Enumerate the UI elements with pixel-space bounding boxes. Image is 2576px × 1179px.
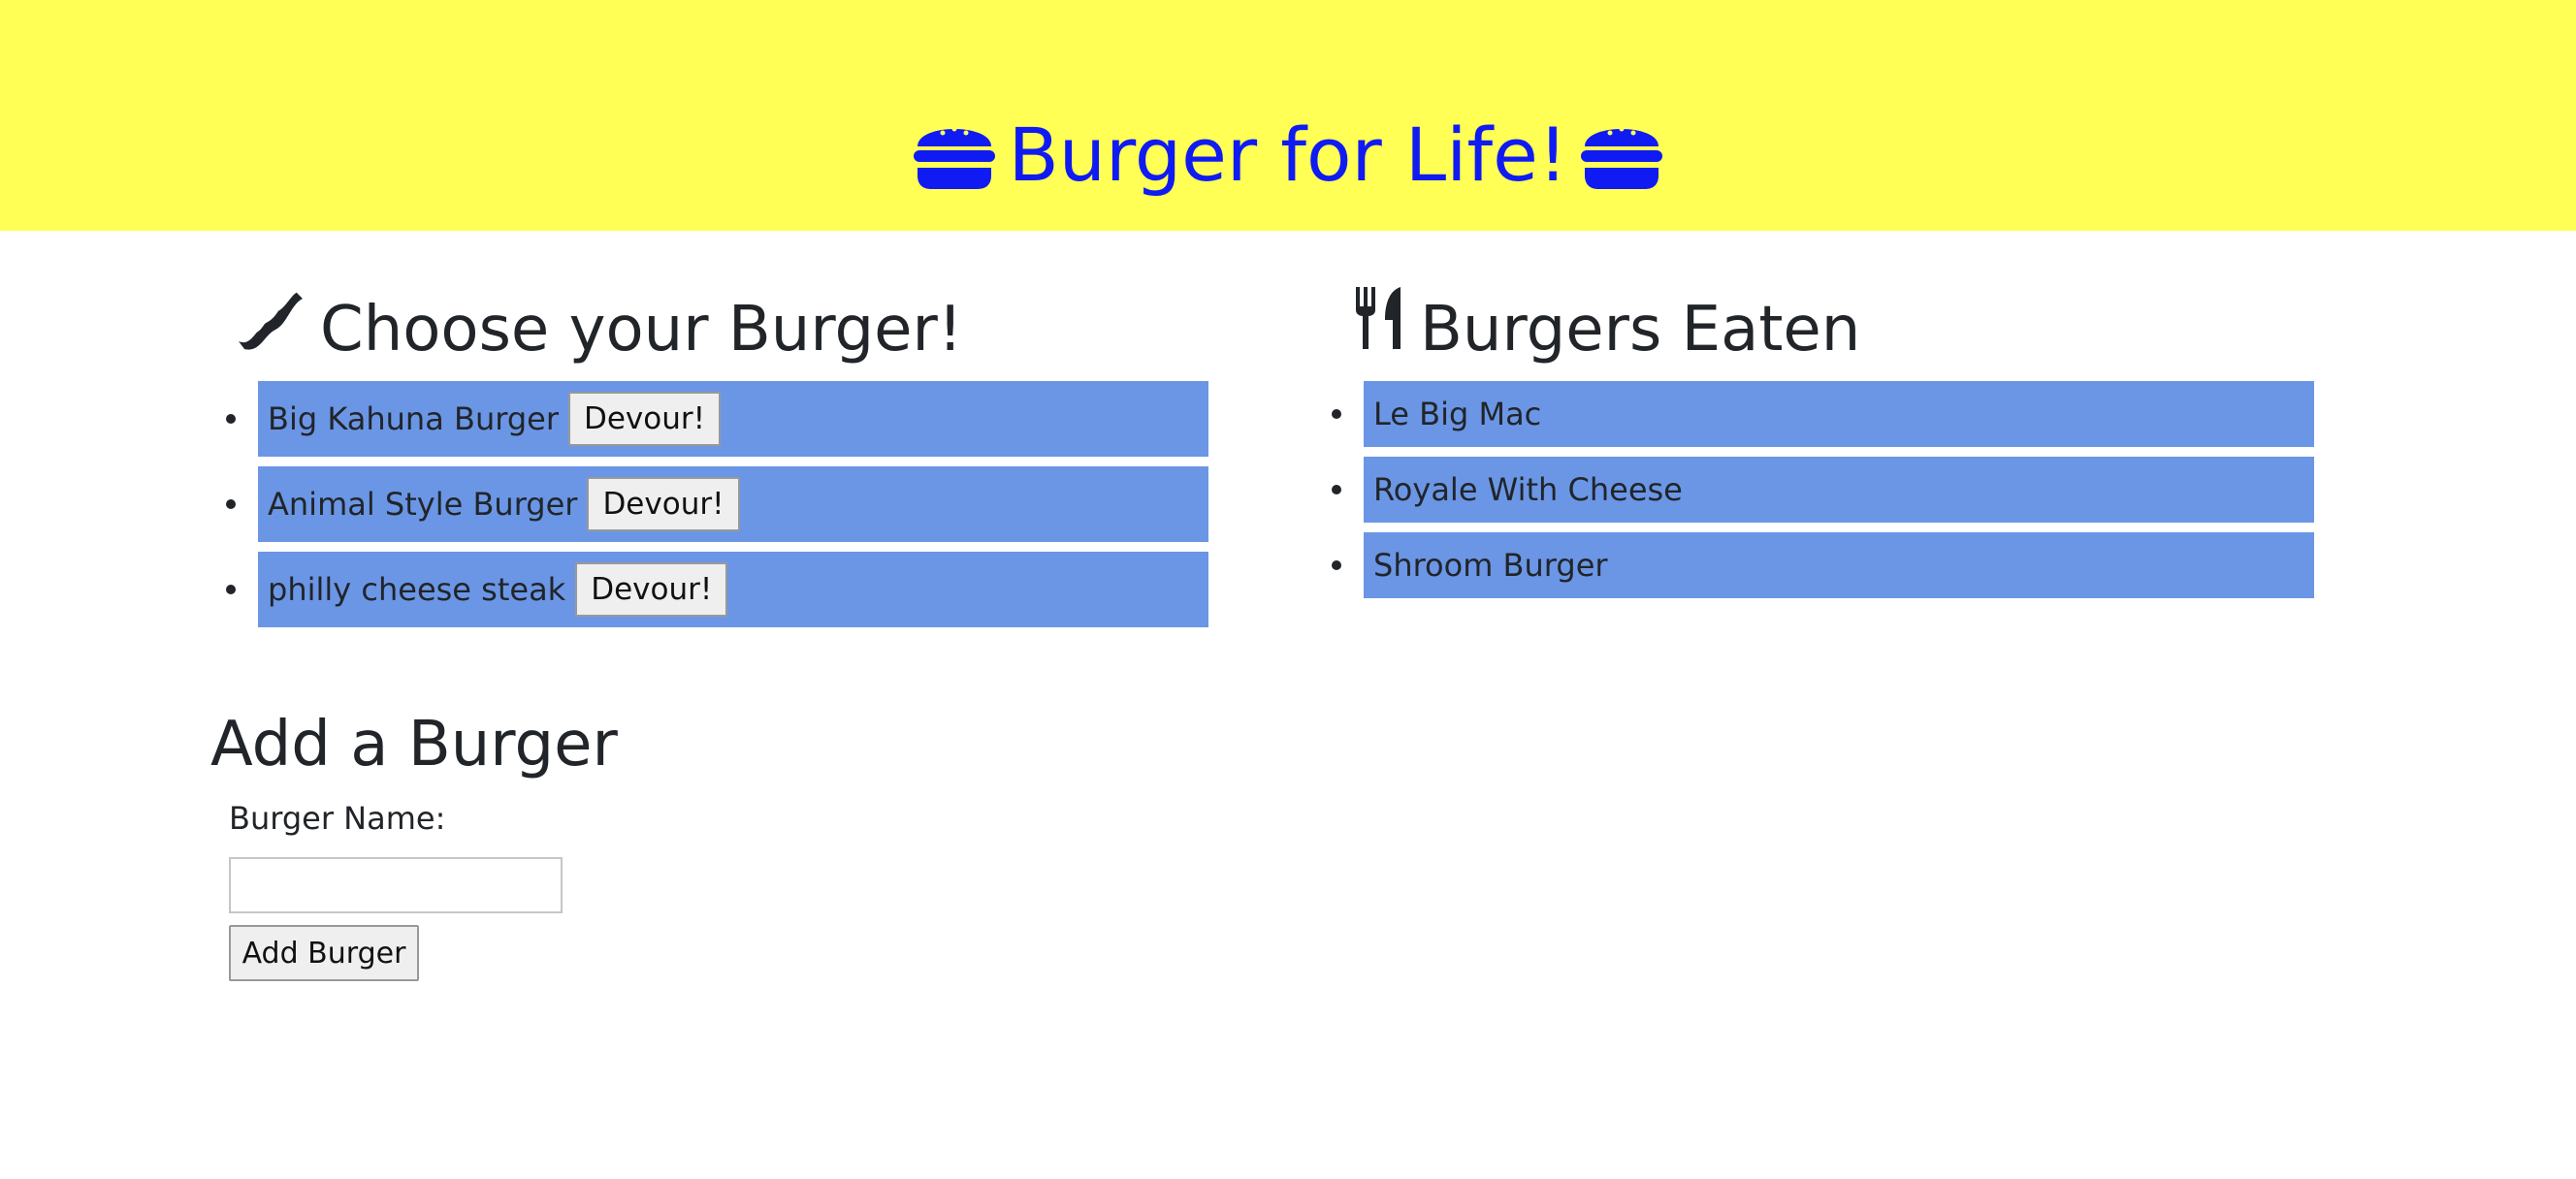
burger-name: Royale With Cheese bbox=[1373, 471, 1683, 508]
hamburger-icon bbox=[1581, 117, 1663, 191]
utensils-icon bbox=[1354, 285, 1408, 369]
eaten-list: Le Big Mac Royale With Cheese Shroom Bur… bbox=[1332, 381, 2314, 608]
list-item: Shroom Burger bbox=[1332, 532, 2314, 598]
add-burger-title: Add a Burger bbox=[210, 709, 618, 781]
eaten-title: Burgers Eaten bbox=[1354, 287, 1861, 375]
uneaten-title-text: Choose your Burger! bbox=[320, 294, 963, 366]
burger-name: philly cheese steak bbox=[268, 571, 566, 608]
burger-name-input[interactable] bbox=[229, 857, 563, 913]
eaten-title-text: Burgers Eaten bbox=[1420, 294, 1861, 366]
devour-button[interactable]: Devour! bbox=[587, 477, 740, 531]
list-item: Le Big Mac bbox=[1332, 381, 2314, 447]
list-item: Royale With Cheese bbox=[1332, 457, 2314, 523]
uneaten-list: Big Kahuna Burger Devour! Animal Style B… bbox=[226, 381, 1208, 637]
bacon-icon bbox=[235, 285, 308, 369]
devour-button[interactable]: Devour! bbox=[567, 392, 722, 446]
site-title: Burger for Life! bbox=[0, 107, 2576, 204]
burger-name: Animal Style Burger bbox=[268, 486, 578, 523]
burger-name-label: Burger Name: bbox=[229, 800, 446, 837]
list-item: Animal Style Burger Devour! bbox=[226, 466, 1208, 542]
burger-name: Le Big Mac bbox=[1373, 396, 1542, 432]
burger-name: Shroom Burger bbox=[1373, 547, 1608, 584]
hamburger-icon bbox=[913, 117, 995, 191]
site-title-text: Burger for Life! bbox=[1008, 112, 1568, 198]
devour-button[interactable]: Devour! bbox=[575, 562, 728, 617]
uneaten-title: Choose your Burger! bbox=[235, 287, 963, 375]
list-item: Big Kahuna Burger Devour! bbox=[226, 381, 1208, 457]
list-item: philly cheese steak Devour! bbox=[226, 552, 1208, 627]
header-banner: Burger for Life! bbox=[0, 0, 2576, 231]
burger-name: Big Kahuna Burger bbox=[268, 400, 559, 437]
add-burger-button[interactable]: Add Burger bbox=[229, 925, 419, 981]
